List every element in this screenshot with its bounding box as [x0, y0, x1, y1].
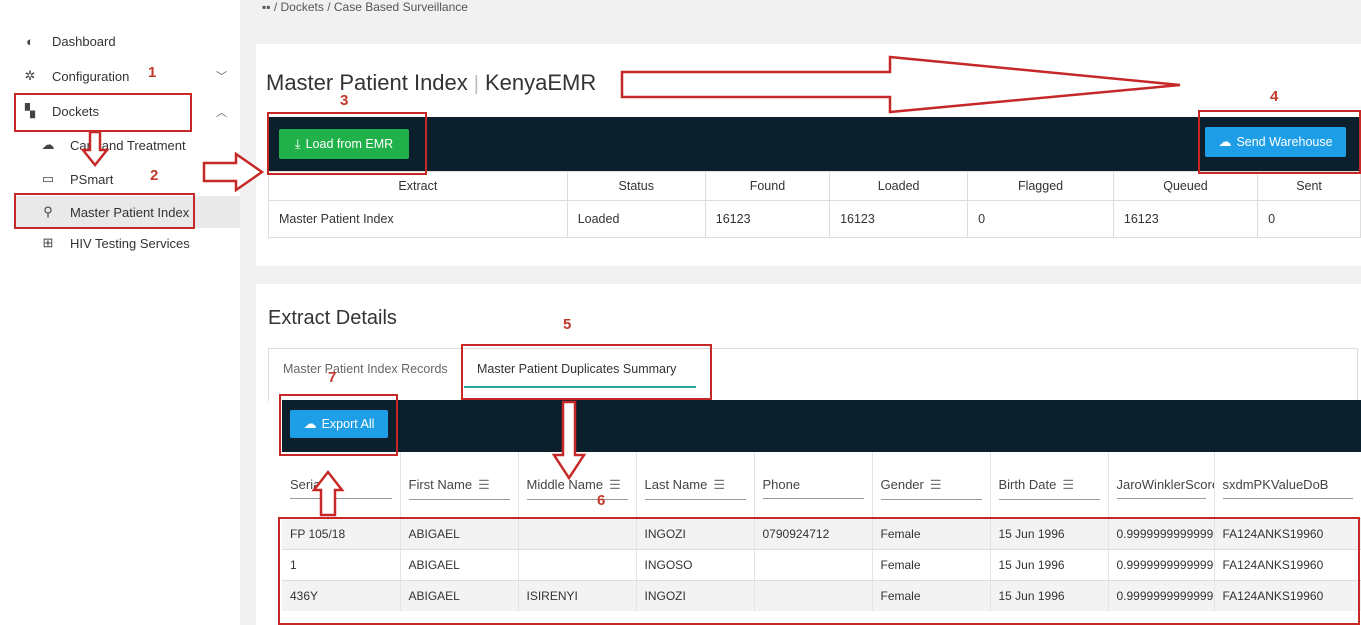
- sidebar-item-label: PSmart: [70, 171, 114, 187]
- sidebar-item-psmart[interactable]: ▭ PSmart: [40, 168, 114, 190]
- page-subtitle: KenyaEMR: [484, 70, 597, 95]
- column-header-field: Middle Name ☰: [526, 476, 628, 500]
- cloud-icon: ☁: [41, 137, 55, 152]
- sort-icon[interactable]: ☰: [930, 477, 942, 492]
- column-header-field: Gender ☰: [880, 476, 982, 500]
- sort-icon[interactable]: ☰: [1062, 477, 1074, 492]
- column-header-label: Birth Date: [998, 476, 1057, 492]
- chevron-down-icon[interactable]: ﹀: [216, 68, 227, 84]
- page-title: Master Patient Index | KenyaEMR: [266, 70, 596, 96]
- column-header-field: Birth Date ☰: [998, 476, 1100, 500]
- annotation-box-load-from-emr: [267, 112, 427, 175]
- table-cell: 0: [1257, 200, 1361, 238]
- column-header-label: Middle Name: [526, 476, 604, 492]
- tab-master-patient-index-records[interactable]: Master Patient Index Records: [283, 362, 448, 376]
- column-header: Sent: [1257, 171, 1361, 201]
- column-header[interactable]: Phone: [754, 452, 873, 519]
- details-toolbar: [282, 400, 1361, 452]
- table-row: Master Patient Index Loaded 16123 16123 0 161…: [268, 200, 1361, 238]
- chevron-up-icon[interactable]: ︿: [216, 104, 227, 120]
- sort-icon[interactable]: ☰: [609, 477, 621, 492]
- sidebar-item-dashboard[interactable]: ◐ Dashboard: [22, 30, 116, 52]
- table-cell: Loaded: [566, 200, 706, 238]
- column-header-label: sxdmPKValueDoB: [1222, 477, 1329, 492]
- annotation-number-1: 1: [148, 64, 157, 81]
- column-header: Loaded: [829, 171, 969, 201]
- column-header[interactable]: Serial: [282, 452, 401, 519]
- sidebar-item-label: Care and Treatment: [70, 137, 186, 153]
- column-header[interactable]: JaroWinklerScore: [1108, 452, 1215, 519]
- column-header-label: First Name: [408, 476, 473, 492]
- annotation-box-export-all: [279, 394, 398, 456]
- summary-table: Extract Status Found Loaded Flagged Queued Sen…: [268, 171, 1361, 238]
- annotation-number-5: 5: [563, 316, 572, 333]
- sidebar-item-label: HIV Testing Services: [70, 235, 190, 251]
- card-icon: ▭: [41, 171, 55, 186]
- column-header[interactable]: Middle Name ☰: [518, 452, 637, 519]
- sidebar-item-care-and-treatment[interactable]: ☁ Care and Treatment: [40, 134, 186, 156]
- column-header-field: Serial: [290, 477, 392, 499]
- breadcrumb[interactable]: ▪▪ / Dockets / Case Based Surveillance: [262, 0, 468, 14]
- column-header[interactable]: First Name ☰: [400, 452, 519, 519]
- table-cell: 16123: [1112, 200, 1259, 238]
- table-cell: 16123: [704, 200, 831, 238]
- sidebar-item-label: Dashboard: [52, 33, 116, 49]
- column-header-field: First Name ☰: [408, 476, 510, 500]
- column-header[interactable]: Gender ☰: [872, 452, 991, 519]
- table-cell: Master Patient Index: [268, 200, 568, 238]
- column-header-label: Phone: [762, 477, 801, 492]
- annotation-box-duplicate-rows: [278, 517, 1360, 625]
- annotation-number-7: 7: [328, 369, 337, 386]
- column-header[interactable]: Last Name ☰: [636, 452, 755, 519]
- extract-details-title: Extract Details: [268, 307, 397, 329]
- column-header: Queued: [1112, 171, 1259, 201]
- page-title-text: Master Patient Index: [266, 70, 468, 95]
- annotation-box-send-warehouse: [1198, 110, 1361, 174]
- table-cell: 16123: [829, 200, 969, 238]
- column-header: Extract: [268, 171, 568, 201]
- annotation-number-3: 3: [340, 92, 349, 109]
- annotation-number-4: 4: [1270, 88, 1279, 105]
- sort-icon[interactable]: ☰: [478, 477, 490, 492]
- column-header[interactable]: sxdmPKValueDoB: [1214, 452, 1361, 519]
- sidebar-item-label: Configuration: [52, 68, 130, 84]
- gear-icon: ✲: [24, 68, 36, 83]
- title-separator: |: [473, 73, 479, 95]
- column-header: Status: [566, 171, 706, 201]
- column-header-label: Last Name: [644, 476, 708, 492]
- column-header-field: sxdmPKValueDoB: [1222, 477, 1353, 499]
- plus-box-icon: ⊞: [42, 235, 54, 250]
- column-header-label: JaroWinklerScore: [1116, 477, 1214, 492]
- annotation-number-2: 2: [150, 167, 159, 184]
- annotation-number-6: 6: [597, 492, 606, 509]
- column-header: Found: [704, 171, 831, 201]
- table-cell: 0: [967, 200, 1114, 238]
- annotation-box-master-patient-index: [14, 193, 195, 229]
- annotation-box-dockets: [14, 93, 192, 132]
- duplicates-header-row: Serial First Name ☰ Middle Name ☰ Last Name ☰ P…: [282, 452, 1361, 519]
- emr-version-note: (The minimum version EMR is 17.3.0): [622, 74, 824, 88]
- column-header-field: Last Name ☰: [644, 476, 746, 500]
- summary-header-row: Extract Status Found Loaded Flagged Queued Sen…: [268, 171, 1361, 201]
- annotation-box-duplicates-tab: [461, 344, 712, 400]
- column-header-label: Serial: [290, 477, 324, 492]
- column-header-field: Phone: [762, 477, 864, 499]
- column-header-label: Gender: [880, 476, 924, 492]
- column-header[interactable]: Birth Date ☰: [990, 452, 1109, 519]
- column-header: Flagged: [967, 171, 1114, 201]
- sidebar-item-configuration[interactable]: ✲ Configuration: [22, 65, 130, 87]
- column-header-field: JaroWinklerScore: [1116, 477, 1213, 499]
- sidebar-item-hiv-testing-services[interactable]: ⊞ HIV Testing Services: [40, 232, 190, 254]
- sort-icon[interactable]: ☰: [713, 477, 725, 492]
- dashboard-icon: ◐: [26, 33, 34, 49]
